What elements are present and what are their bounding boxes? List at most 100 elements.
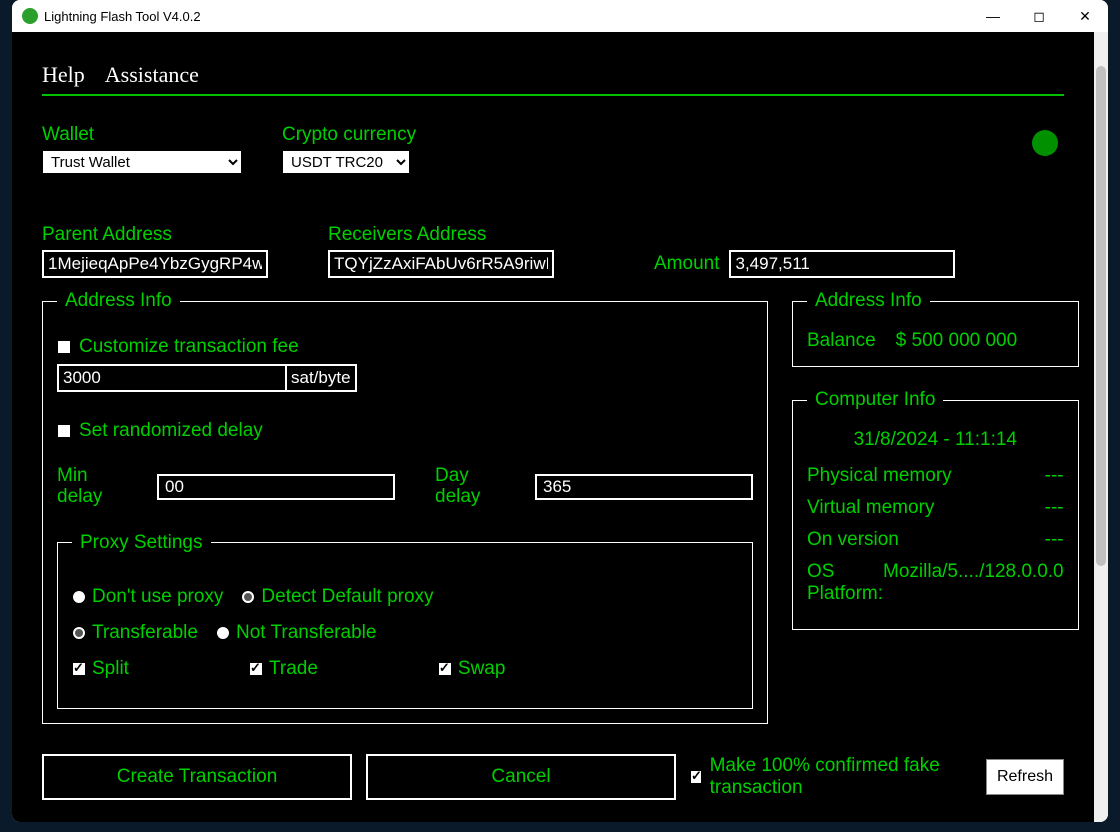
phys-mem-line: Physical memory ---	[807, 465, 1064, 487]
titlebar: Lightning Flash Tool V4.0.2 — ◻ ✕	[12, 0, 1108, 32]
virt-mem-value: ---	[1045, 497, 1064, 519]
currency-label: Crypto currency	[282, 124, 416, 146]
address-info-legend: Address Info	[57, 290, 180, 312]
not-transferable-option[interactable]: Not Transferable	[216, 622, 376, 644]
right-address-info-legend: Address Info	[807, 290, 930, 312]
receivers-address-input[interactable]	[328, 250, 554, 278]
amount-label: Amount	[654, 253, 719, 275]
fee-unit: sat/byte	[287, 364, 357, 392]
confirm-checkbox[interactable]	[690, 770, 702, 784]
split-checkbox[interactable]	[72, 662, 86, 676]
dont-use-proxy-option[interactable]: Don't use proxy	[72, 586, 223, 608]
dont-use-proxy-label: Don't use proxy	[92, 586, 223, 608]
menu-assistance[interactable]: Assistance	[105, 62, 199, 88]
on-version-label: On version	[807, 529, 899, 551]
scrollbar-thumb[interactable]	[1096, 66, 1106, 566]
min-delay-label: Min delay	[57, 466, 117, 508]
create-transaction-button[interactable]: Create Transaction	[42, 754, 352, 800]
window-title: Lightning Flash Tool V4.0.2	[44, 9, 970, 24]
cancel-button[interactable]: Cancel	[366, 754, 676, 800]
split-label: Split	[92, 658, 129, 680]
os-line: OS Platform: Mozilla/5..../128.0.0.0	[807, 561, 1064, 605]
parent-address-group: Parent Address	[42, 224, 268, 278]
proxy-row-1: Don't use proxy Detect Default proxy	[72, 586, 738, 608]
balance-value: $ 500 000 000	[896, 330, 1018, 352]
balance-label: Balance	[807, 330, 876, 352]
os-value: Mozilla/5..../128.0.0.0	[883, 561, 1064, 605]
trade-label: Trade	[269, 658, 318, 680]
proxy-settings-fieldset: Proxy Settings Don't use proxy Detect De…	[57, 532, 753, 709]
detect-proxy-label: Detect Default proxy	[261, 586, 433, 608]
swap-option[interactable]: Swap	[438, 658, 506, 680]
detect-proxy-option[interactable]: Detect Default proxy	[241, 586, 433, 608]
customize-fee-row[interactable]: Customize transaction fee	[57, 336, 753, 358]
on-version-line: On version ---	[807, 529, 1064, 551]
customize-fee-checkbox[interactable]	[57, 340, 71, 354]
confirm-row[interactable]: Make 100% confirmed fake transaction	[690, 755, 972, 799]
scrollbar-track[interactable]	[1094, 32, 1108, 822]
trade-checkbox[interactable]	[249, 662, 263, 676]
wallet-group: Wallet Trust Wallet	[42, 124, 242, 174]
proxy-row-3: Split Trade Swap	[72, 658, 738, 680]
fee-input[interactable]	[57, 364, 287, 392]
currency-select[interactable]: USDT TRC20	[282, 150, 410, 174]
amount-input[interactable]	[729, 250, 955, 278]
currency-group: Crypto currency USDT TRC20	[282, 124, 416, 174]
right-address-info-fieldset: Address Info Balance $ 500 000 000	[792, 290, 1079, 367]
right-column: Address Info Balance $ 500 000 000 Compu…	[792, 290, 1079, 630]
not-transferable-label: Not Transferable	[236, 622, 376, 644]
parent-address-label: Parent Address	[42, 224, 268, 246]
randomized-delay-checkbox[interactable]	[57, 424, 71, 438]
receivers-address-group: Receivers Address	[328, 224, 554, 278]
wallet-currency-row: Wallet Trust Wallet Crypto currency USDT…	[42, 124, 1064, 174]
day-delay-label: Day delay	[435, 466, 495, 508]
wallet-select[interactable]: Trust Wallet	[42, 150, 242, 174]
virt-mem-label: Virtual memory	[807, 497, 934, 519]
detect-proxy-radio[interactable]	[241, 590, 255, 604]
confirm-label: Make 100% confirmed fake transaction	[710, 755, 972, 799]
os-label: OS Platform:	[807, 561, 883, 605]
swap-label: Swap	[458, 658, 506, 680]
computer-info-legend: Computer Info	[807, 389, 943, 411]
phys-mem-label: Physical memory	[807, 465, 952, 487]
main-row: Address Info Customize transaction fee s…	[42, 290, 1064, 724]
balance-line: Balance $ 500 000 000	[807, 330, 1064, 352]
randomized-delay-label: Set randomized delay	[79, 420, 263, 442]
min-delay-input[interactable]	[157, 474, 395, 500]
proxy-row-2: Transferable Not Transferable	[72, 622, 738, 644]
computer-info-fieldset: Computer Info 31/8/2024 - 11:1:14 Physic…	[792, 389, 1079, 630]
minimize-button[interactable]: —	[970, 0, 1016, 32]
not-transferable-radio[interactable]	[216, 626, 230, 640]
close-button[interactable]: ✕	[1062, 0, 1108, 32]
address-info-fieldset: Address Info Customize transaction fee s…	[42, 290, 768, 724]
content-area: Help Assistance Wallet Trust Wallet Cryp…	[12, 32, 1094, 822]
bottom-row: Create Transaction Cancel Make 100% conf…	[42, 754, 1064, 800]
transferable-option[interactable]: Transferable	[72, 622, 198, 644]
menu-bar: Help Assistance	[42, 32, 1064, 96]
fee-row: sat/byte	[57, 364, 753, 392]
app-icon	[22, 8, 38, 24]
split-option[interactable]: Split	[72, 658, 129, 680]
delay-grid: Min delay Day delay	[57, 466, 753, 508]
dont-use-proxy-radio[interactable]	[72, 590, 86, 604]
customize-fee-label: Customize transaction fee	[79, 336, 299, 358]
swap-checkbox[interactable]	[438, 662, 452, 676]
proxy-legend: Proxy Settings	[72, 532, 211, 554]
menu-help[interactable]: Help	[42, 62, 85, 88]
status-indicator-icon	[1032, 130, 1058, 156]
receivers-address-label: Receivers Address	[328, 224, 554, 246]
maximize-button[interactable]: ◻	[1016, 0, 1062, 32]
app-window: Lightning Flash Tool V4.0.2 — ◻ ✕ Help A…	[12, 0, 1108, 822]
phys-mem-value: ---	[1045, 465, 1064, 487]
window-controls: — ◻ ✕	[970, 0, 1108, 32]
day-delay-input[interactable]	[535, 474, 753, 500]
address-row: Parent Address Receivers Address Amount	[42, 224, 1064, 278]
refresh-button[interactable]: Refresh	[986, 759, 1064, 795]
transferable-radio[interactable]	[72, 626, 86, 640]
randomized-delay-row[interactable]: Set randomized delay	[57, 420, 753, 442]
datetime: 31/8/2024 - 11:1:14	[807, 429, 1064, 451]
trade-option[interactable]: Trade	[249, 658, 318, 680]
wallet-label: Wallet	[42, 124, 242, 146]
transferable-label: Transferable	[92, 622, 198, 644]
parent-address-input[interactable]	[42, 250, 268, 278]
